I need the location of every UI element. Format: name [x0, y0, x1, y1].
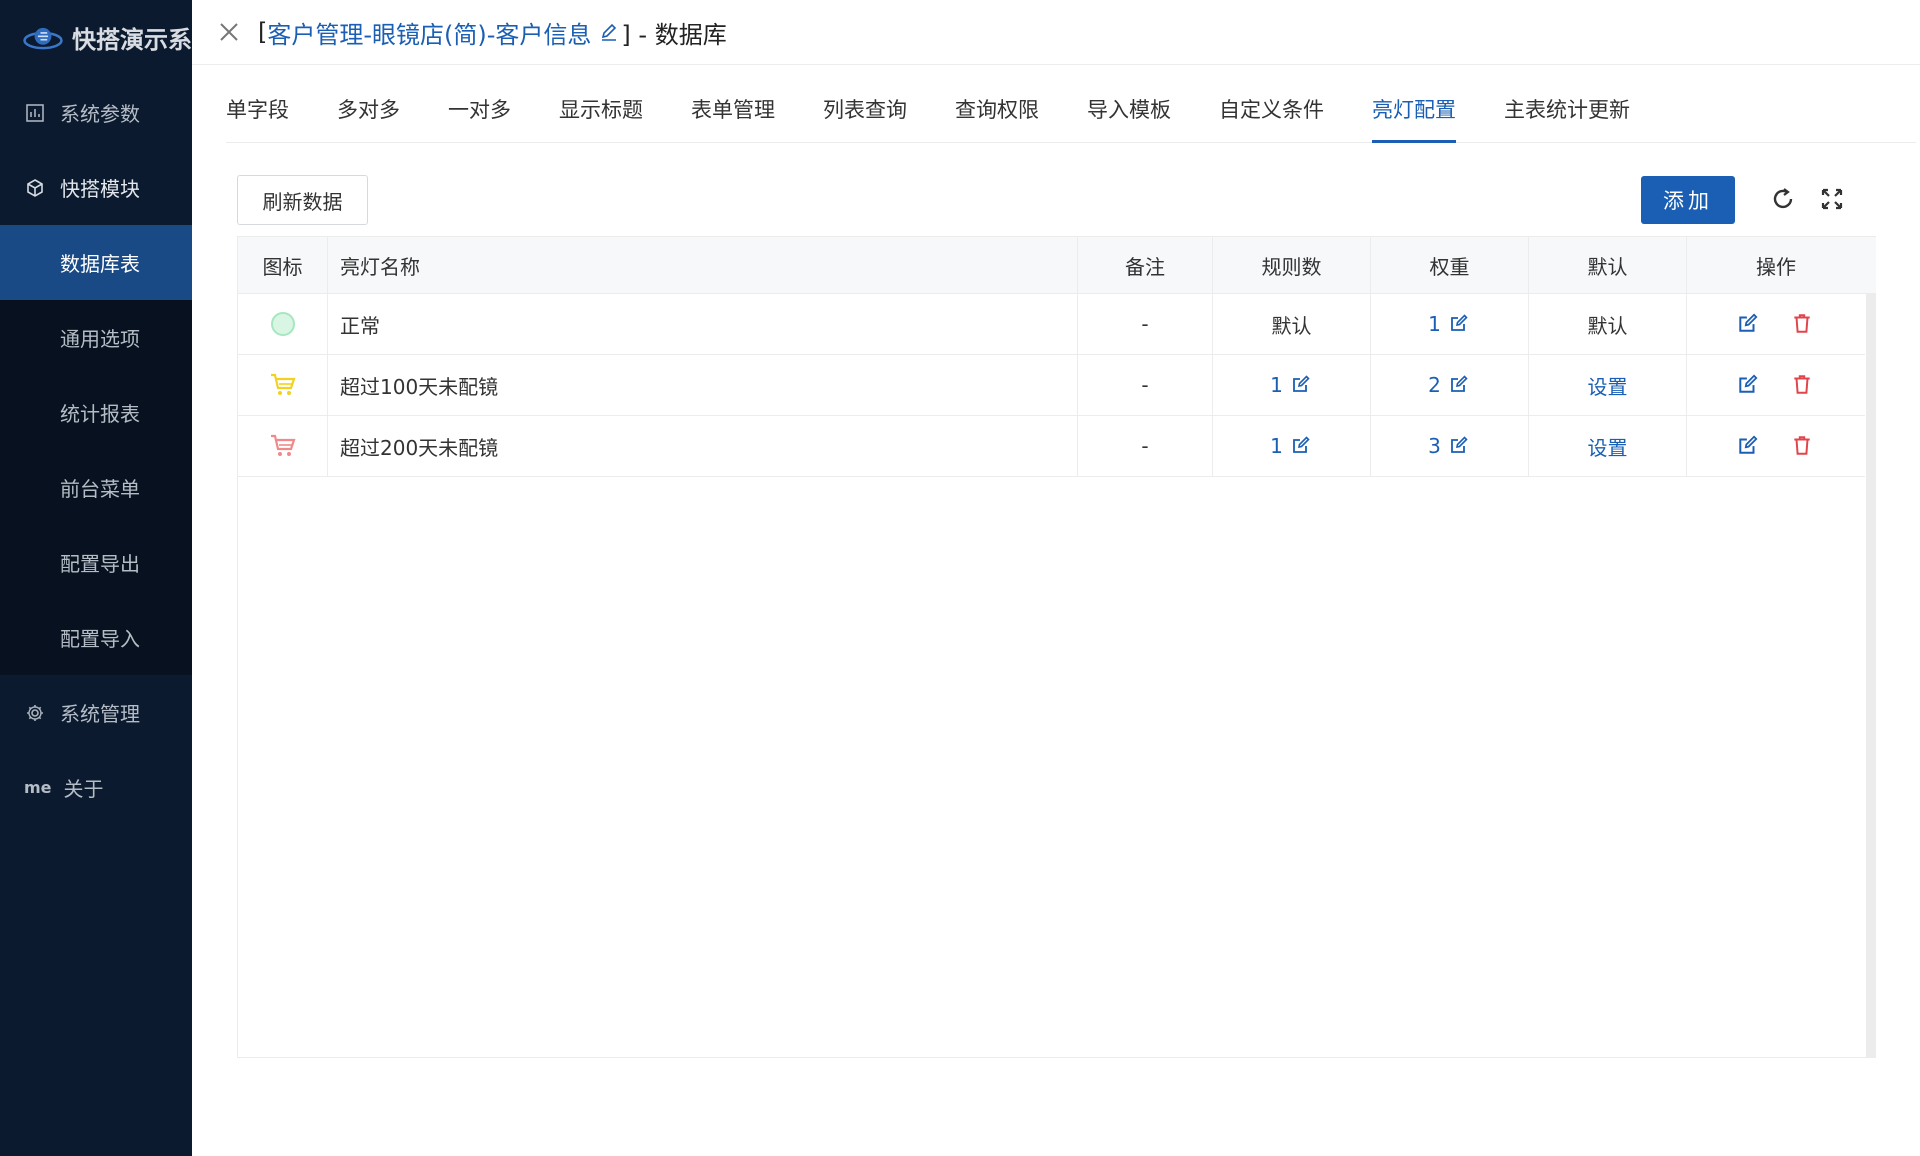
- delete-icon[interactable]: [1791, 373, 1815, 397]
- sidebar-item-common-options[interactable]: 通用选项: [0, 300, 192, 375]
- table-scrollbar[interactable]: [1866, 294, 1876, 1058]
- rules-link[interactable]: 1: [1270, 373, 1283, 397]
- sidebar-item-label: 系统管理: [60, 702, 140, 726]
- sidebar-item-quick-module[interactable]: 快搭模块: [0, 150, 192, 225]
- sidebar-item-label: 配置导入: [60, 627, 140, 651]
- green-circle-icon: [270, 312, 295, 336]
- default-value: 默认: [1529, 294, 1687, 354]
- set-default-link[interactable]: 设置: [1588, 371, 1628, 400]
- cube-icon: [24, 177, 46, 199]
- refresh-data-button[interactable]: 刷新数据: [237, 175, 368, 225]
- light-name: 超过100天未配镜: [328, 355, 1078, 415]
- light-name: 超过200天未配镜: [328, 416, 1078, 476]
- tab-query-permission[interactable]: 查询权限: [955, 94, 1039, 142]
- table-row: 超过200天未配镜 - 1 3 设置: [238, 416, 1865, 477]
- table-row: 超过100天未配镜 - 1 2 设置: [238, 355, 1865, 416]
- table-row: 正常 - 默认 1 默认: [238, 294, 1865, 355]
- title-link[interactable]: 客户管理-眼镜店(简)-客户信息: [267, 15, 591, 50]
- tab-light-config[interactable]: 亮灯配置: [1372, 94, 1456, 143]
- header-name: 亮灯名称: [328, 237, 1078, 293]
- sidebar-submenu: 数据库表 通用选项 统计报表 前台菜单 配置导出 配置导入: [0, 225, 192, 675]
- add-button[interactable]: 添加: [1641, 176, 1735, 224]
- rules-value: 默认: [1213, 294, 1371, 354]
- tab-import-template[interactable]: 导入模板: [1087, 94, 1171, 142]
- tab-bar: 单字段 多对多 一对多 显示标题 表单管理 列表查询 查询权限 导入模板 自定义…: [226, 70, 1916, 143]
- edit-icon[interactable]: [1737, 434, 1761, 458]
- tab-list-query[interactable]: 列表查询: [823, 94, 907, 142]
- edit-weight-icon[interactable]: [1449, 435, 1471, 457]
- sidebar-item-system-params[interactable]: 系统参数: [0, 75, 192, 150]
- edit-rules-icon[interactable]: [1291, 435, 1313, 457]
- sidebar-item-label: 前台菜单: [60, 477, 140, 501]
- sidebar-item-label: 统计报表: [60, 402, 140, 426]
- sidebar-item-database-tables[interactable]: 数据库表: [0, 225, 192, 300]
- header-weight: 权重: [1371, 237, 1529, 293]
- tab-one-to-many[interactable]: 一对多: [448, 94, 511, 142]
- sidebar-item-label: 数据库表: [60, 252, 140, 276]
- close-icon[interactable]: [216, 19, 242, 45]
- sidebar: 快搭演示系 系统参数 快搭模块 数据库表 通用选项 统计报表 前台菜单 配置导出…: [0, 0, 192, 1156]
- weight-link[interactable]: 2: [1428, 373, 1441, 397]
- edit-weight-icon[interactable]: [1449, 313, 1471, 335]
- page-title: [ 客户管理-眼镜店(简)-客户信息 ] - 数据库: [258, 15, 727, 50]
- edit-icon[interactable]: [1737, 312, 1761, 336]
- title-bracket: [: [258, 18, 268, 46]
- yellow-cart-icon: [270, 373, 296, 395]
- delete-icon[interactable]: [1791, 312, 1815, 336]
- tab-form-management[interactable]: 表单管理: [691, 94, 775, 142]
- sidebar-item-system-management[interactable]: 系统管理: [0, 675, 192, 750]
- light-config-table: 图标 亮灯名称 备注 规则数 权重 默认 操作 正常 - 默认 1 默认 超过1…: [237, 236, 1876, 1058]
- table-header: 图标 亮灯名称 备注 规则数 权重 默认 操作: [238, 236, 1876, 294]
- pencil-icon[interactable]: [599, 22, 619, 42]
- note-value: -: [1078, 294, 1213, 354]
- delete-icon[interactable]: [1791, 434, 1815, 458]
- app-logo[interactable]: 快搭演示系: [0, 0, 192, 75]
- header-default: 默认: [1529, 237, 1687, 293]
- weight-link[interactable]: 1: [1428, 312, 1441, 336]
- refresh-icon[interactable]: [1768, 184, 1798, 214]
- tab-many-to-many[interactable]: 多对多: [337, 94, 400, 142]
- edit-weight-icon[interactable]: [1449, 374, 1471, 396]
- dialog-header: [ 客户管理-眼镜店(简)-客户信息 ] - 数据库: [192, 0, 1920, 65]
- fullscreen-icon[interactable]: [1817, 184, 1847, 214]
- sidebar-item-label: 配置导出: [60, 552, 140, 576]
- chart-box-icon: [24, 102, 46, 124]
- set-default-link[interactable]: 设置: [1588, 432, 1628, 461]
- edit-icon[interactable]: [1737, 373, 1761, 397]
- sidebar-item-label: 快搭模块: [60, 177, 140, 201]
- sidebar-item-config-export[interactable]: 配置导出: [0, 525, 192, 600]
- header-ops: 操作: [1756, 254, 1796, 279]
- tab-display-title[interactable]: 显示标题: [559, 94, 643, 142]
- title-suffix: ] - 数据库: [621, 20, 727, 49]
- sidebar-item-about[interactable]: me 关于: [0, 750, 192, 825]
- header-rules: 规则数: [1213, 237, 1371, 293]
- edit-rules-icon[interactable]: [1291, 374, 1313, 396]
- note-value: -: [1078, 416, 1213, 476]
- cloud-logo-icon: [23, 27, 63, 49]
- sidebar-item-label: 关于: [63, 777, 104, 801]
- rules-link[interactable]: 1: [1270, 434, 1283, 458]
- tab-single-field[interactable]: 单字段: [226, 94, 289, 142]
- light-name: 正常: [328, 294, 1078, 354]
- header-icon: 图标: [238, 237, 328, 293]
- sidebar-item-label: 系统参数: [60, 102, 140, 126]
- sidebar-item-label: 通用选项: [60, 327, 140, 351]
- sidebar-item-stat-reports[interactable]: 统计报表: [0, 375, 192, 450]
- header-note: 备注: [1078, 237, 1213, 293]
- about-tag: me: [24, 778, 52, 797]
- tab-custom-conditions[interactable]: 自定义条件: [1219, 94, 1324, 142]
- sidebar-item-frontend-menu[interactable]: 前台菜单: [0, 450, 192, 525]
- sidebar-item-config-import[interactable]: 配置导入: [0, 600, 192, 675]
- tab-main-table-stat-update[interactable]: 主表统计更新: [1504, 94, 1630, 142]
- weight-link[interactable]: 3: [1428, 434, 1441, 458]
- note-value: -: [1078, 355, 1213, 415]
- gear-icon: [24, 702, 46, 724]
- app-name: 快搭演示系: [72, 26, 192, 54]
- red-cart-icon: [270, 434, 296, 456]
